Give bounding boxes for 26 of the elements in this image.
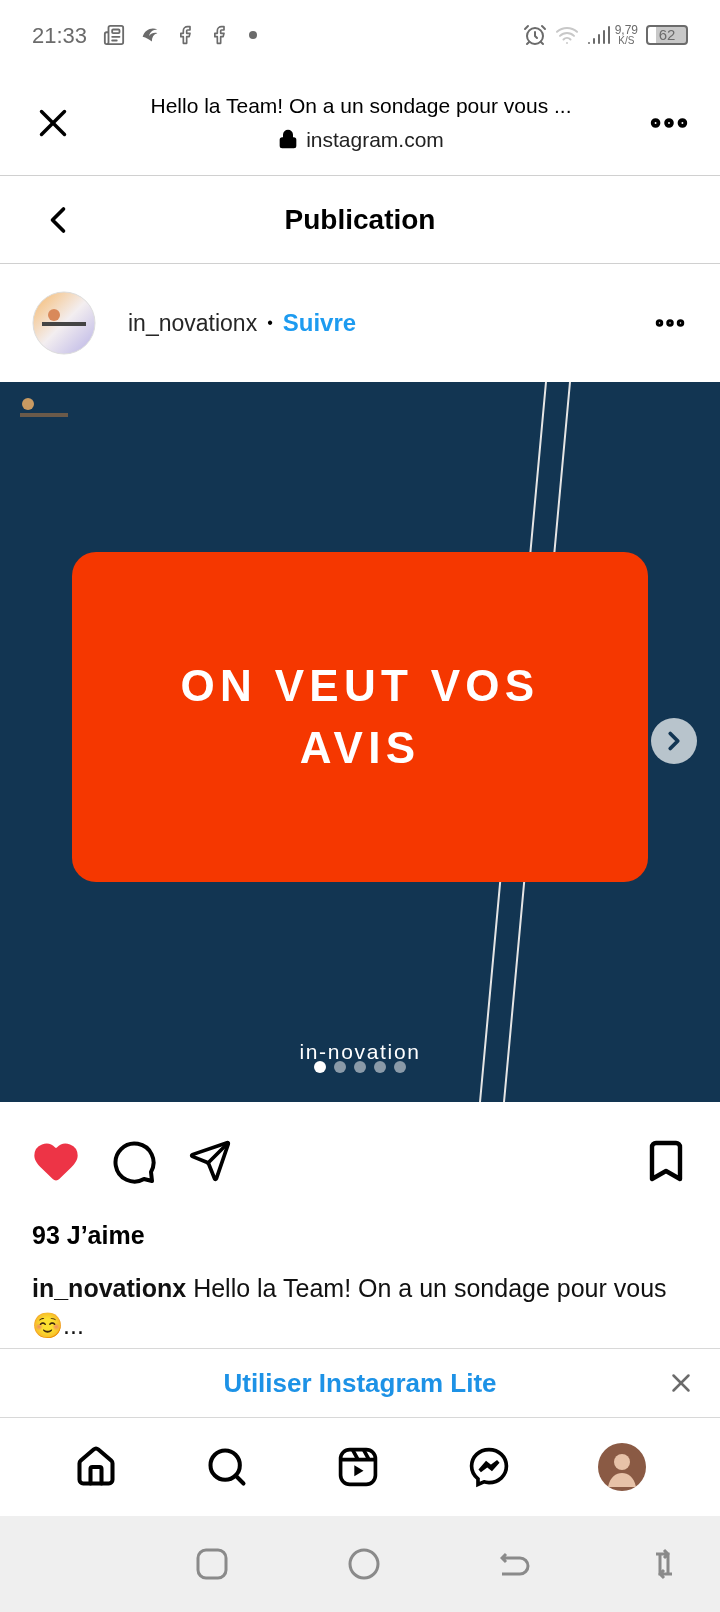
profile-avatar[interactable] bbox=[598, 1443, 647, 1491]
separator-dot: • bbox=[267, 313, 273, 333]
slide-brand: in-novation bbox=[299, 1039, 421, 1065]
lock-icon bbox=[278, 129, 299, 150]
dot-icon bbox=[249, 31, 258, 39]
share-icon[interactable] bbox=[188, 1139, 232, 1183]
home-circle-icon[interactable] bbox=[348, 1548, 380, 1580]
slide-headline: ON VEUT VOS AVIS bbox=[179, 660, 541, 774]
page-title: Hello la Team! On a un sondage pour vous ... bbox=[150, 93, 572, 119]
post-caption: in_novationx Hello la Team! On a un sondage pour vous ☺... bbox=[32, 1273, 668, 1341]
like-count: 93 J’aime bbox=[32, 1220, 146, 1250]
account-avatar[interactable] bbox=[32, 291, 96, 355]
page-heading: Publication bbox=[284, 202, 436, 237]
status-time: 21:33 bbox=[32, 21, 88, 50]
battery-icon: 62 bbox=[646, 25, 688, 45]
follow-button[interactable]: Suivre bbox=[282, 305, 357, 341]
signal-icon bbox=[586, 23, 611, 47]
news-icon bbox=[103, 24, 126, 46]
next-slide-button[interactable] bbox=[651, 718, 697, 764]
page-url: instagram.com bbox=[306, 126, 444, 153]
use-lite-link[interactable]: Utiliser Instagram Lite bbox=[223, 1363, 497, 1403]
network-speed: 9,79 bbox=[614, 24, 638, 36]
recents-icon[interactable] bbox=[196, 1548, 228, 1580]
alarm-icon bbox=[522, 23, 547, 47]
account-username[interactable]: in_novationx bbox=[128, 305, 258, 341]
network-speed-unit: K/S bbox=[618, 36, 635, 46]
